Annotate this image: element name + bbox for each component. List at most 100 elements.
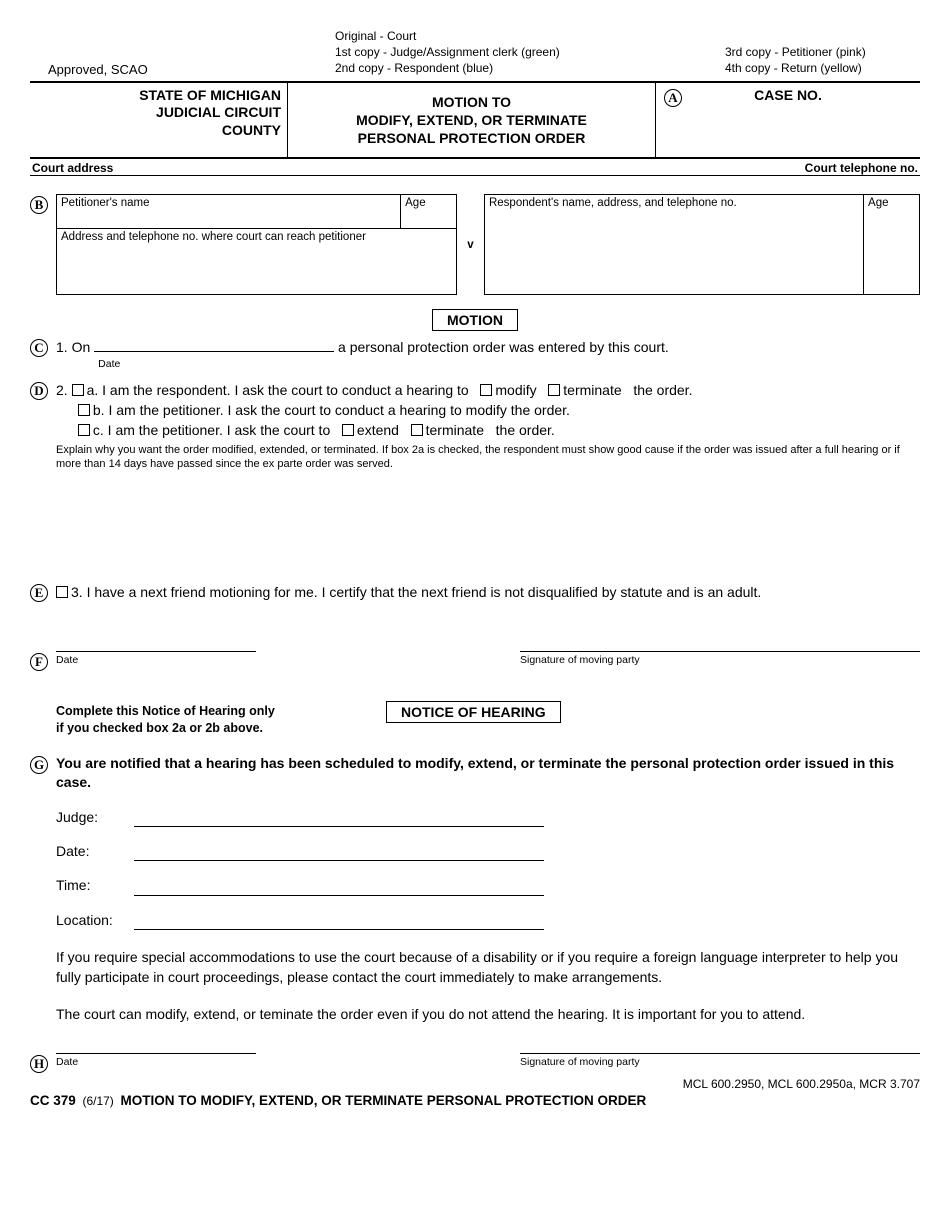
marker-c: C [30,339,48,357]
time-row: Time: [56,875,920,895]
case-no-block: A CASE NO. [656,83,920,158]
marker-f: F [30,653,48,671]
state-line: STATE OF MICHIGAN [34,87,281,105]
respondent-age-cell[interactable]: Age [864,195,920,295]
item1-prefix: 1. On [56,339,90,355]
court-address-row: Court address Court telephone no. [30,159,920,176]
copy-line: Original - Court [335,28,675,44]
form-header: STATE OF MICHIGAN JUDICIAL CIRCUIT COUNT… [30,83,920,160]
footer-title: MOTION TO MODIFY, EXTEND, OR TERMINATE P… [120,1093,646,1108]
marker-b: B [30,196,48,214]
item3-text: 3. I have a next friend motioning for me… [71,584,761,600]
county-line: COUNTY [34,122,281,140]
terminate-label-2: terminate [426,422,484,438]
attend-para: The court can modify, extend, or teminat… [56,1005,920,1025]
court-address-label: Court address [32,161,805,175]
footer-form-line: CC 379 (6/17) MOTION TO MODIFY, EXTEND, … [30,1093,920,1108]
copy-line: 1st copy - Judge/Assignment clerk (green… [335,44,675,60]
title-line: MODIFY, EXTEND, OR TERMINATE [292,111,651,129]
form-number: CC 379 [30,1093,76,1108]
the-order-2: the order. [496,422,555,438]
noh-instr-2: if you checked box 2a or 2b above. [56,720,386,738]
location-label: Location: [56,910,128,930]
title-line: PERSONAL PROTECTION ORDER [292,129,651,147]
explain-note: Explain why you want the order modified,… [56,443,920,473]
time-line[interactable] [134,875,544,895]
court-phone-label: Court telephone no. [805,161,918,175]
marker-g: G [30,756,48,774]
parties-section: B Petitioner's name Age v Respondent's n… [30,194,920,295]
copy-line: 4th copy - Return (yellow) [725,60,920,76]
date-under-label: Date [94,358,120,370]
copy-line: 2nd copy - Respondent (blue) [335,60,675,76]
accommodations-para: If you require special accommodations to… [56,948,920,987]
item2b-text: b. I am the petitioner. I ask the court … [93,402,570,418]
signature-label: Signature of moving party [520,654,640,666]
item2c-pre: c. I am the petitioner. I ask the court … [93,422,330,438]
marker-d: D [30,382,48,400]
checkbox-2c[interactable] [78,424,90,436]
noh-box: NOTICE OF HEARING [386,701,561,723]
noh-title-row: Complete this Notice of Hearing only if … [30,703,920,738]
respondent-cell[interactable]: Respondent's name, address, and telephon… [484,195,863,295]
noh-body-row: G You are notified that a hearing has be… [30,754,920,1025]
marker-e: E [30,584,48,602]
petitioner-address-cell[interactable]: Address and telephone no. where court ca… [57,229,457,295]
date-sig-line[interactable]: Date [56,651,256,668]
item1-suffix: a personal protection order was entered … [338,339,669,355]
date-sig-label-2: Date [56,1056,78,1068]
location-line[interactable] [134,910,544,930]
item-1-row: C 1. On Date a personal protection order… [30,337,920,378]
checkbox-extend[interactable] [342,424,354,436]
item-3-row: E 3. I have a next friend motioning for … [30,582,920,602]
judge-row: Judge: [56,807,920,827]
footer-citation: MCL 600.2950, MCL 600.2950a, MCR 3.707 [30,1077,920,1091]
form-rev: (6/17) [82,1094,113,1108]
checkbox-terminate[interactable] [548,384,560,396]
marker-h: H [30,1055,48,1073]
date-sig-line-2[interactable]: Date [56,1053,256,1070]
petitioner-name-cell[interactable]: Petitioner's name [57,195,401,229]
the-order: the order. [633,382,692,398]
circuit-line: JUDICIAL CIRCUIT [34,104,281,122]
date-label: Date: [56,841,128,861]
top-copies-row: Approved, SCAO Original - Court 1st copy… [30,28,920,77]
time-label: Time: [56,875,128,895]
checkbox-2b[interactable] [78,404,90,416]
judge-label: Judge: [56,807,128,827]
date-line[interactable] [134,841,544,861]
item2a-text: a. I am the respondent. I ask the court … [87,382,469,398]
approved-text: Approved, SCAO [30,62,335,77]
petitioner-age-cell[interactable]: Age [401,195,457,229]
item-2-row: D 2. a. I am the respondent. I ask the c… [30,380,920,473]
noh-instr-1: Complete this Notice of Hearing only [56,703,386,721]
court-block: STATE OF MICHIGAN JUDICIAL CIRCUIT COUNT… [30,83,288,158]
sig-f-row: F Date Signature of moving party [30,651,920,671]
location-row: Location: [56,910,920,930]
date-row: Date: [56,841,920,861]
judge-line[interactable] [134,807,544,827]
copy-line: 3rd copy - Petitioner (pink) [725,44,920,60]
date-sig-label: Date [56,654,78,666]
versus-cell: v [457,195,485,295]
item2-num: 2. [56,382,68,398]
parties-table: Petitioner's name Age v Respondent's nam… [56,194,920,295]
checkbox-terminate-2[interactable] [411,424,423,436]
date-fill-line[interactable] [94,351,334,352]
signature-line-2[interactable]: Signature of moving party [520,1053,920,1070]
copies-left: Original - Court 1st copy - Judge/Assign… [335,28,675,77]
checkbox-3[interactable] [56,586,68,598]
extend-label: extend [357,422,399,438]
form-title: MOTION TO MODIFY, EXTEND, OR TERMINATE P… [288,83,656,158]
case-no-label: CASE NO. [754,87,822,103]
terminate-label: terminate [563,382,621,398]
copies-right: 3rd copy - Petitioner (pink) 4th copy - … [675,44,920,76]
checkbox-2a[interactable] [72,384,84,396]
signature-label-2: Signature of moving party [520,1056,640,1068]
checkbox-modify[interactable] [480,384,492,396]
motion-box: MOTION [432,309,518,331]
marker-a: A [664,89,682,107]
signature-line[interactable]: Signature of moving party [520,651,920,668]
title-line: MOTION TO [292,93,651,111]
modify-label: modify [495,382,536,398]
